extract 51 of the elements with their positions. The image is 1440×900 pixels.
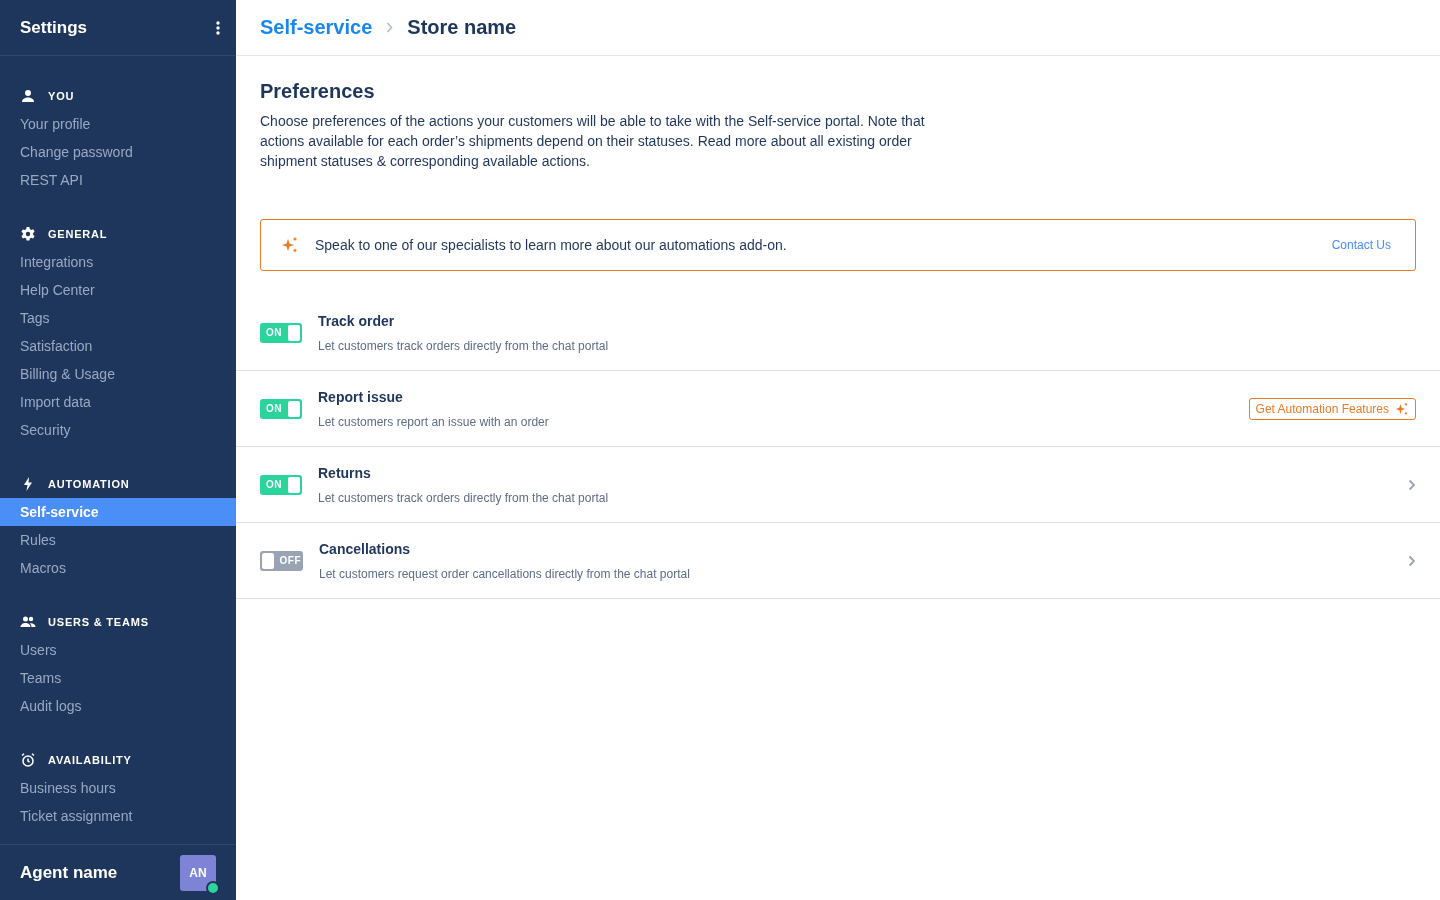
option-description: Let customers report an issue with an order [318,414,550,429]
chevron-right-icon[interactable] [1408,478,1416,491]
section-label: USERS & TEAMS [48,616,149,628]
option-title: Returns [318,464,372,481]
sidebar-item[interactable]: Your profile [0,110,236,138]
option-description: Let customers track orders directly from the chat portal [318,338,610,353]
automation-features-button[interactable]: Get Automation Features [1248,397,1416,420]
option-description: Let customers request order cancellations directly from the chat portal [319,566,691,581]
settings-icon [20,226,36,242]
section-label: AVAILABILITY [48,754,132,766]
breadcrumb-link[interactable]: Self-service [260,16,373,39]
option-description: Let customers track orders directly from the chat portal [318,490,610,505]
more-options-icon[interactable] [216,20,220,35]
sidebar-item[interactable]: Ticket assignment [0,802,236,830]
sidebar-title: Settings [20,17,88,38]
page-heading: Store name [407,16,517,39]
sidebar-item[interactable]: Billing & Usage [0,360,236,388]
option-title: Report issue [318,388,404,405]
sidebar-item[interactable]: Tags [0,304,236,332]
sparkle-icon [1395,401,1409,416]
avatar[interactable]: AN [180,854,216,891]
contact-link[interactable]: Contact Us [1331,238,1391,252]
option-title: Cancellations [319,540,412,557]
chevron-right-icon [386,22,394,33]
banner-text: Speak to one of our specialists to learn more about our automations add-on. [315,237,788,253]
sidebar-item[interactable]: REST API [0,166,236,194]
sparkle-icon [281,236,299,254]
sidebar-item[interactable]: Business hours [0,774,236,802]
person-icon [20,88,36,104]
option-title: Track order [318,312,396,329]
section-label: AUTOMATION [48,478,130,490]
sidebar-item[interactable]: Integrations [0,248,236,276]
sidebar-item[interactable]: Macros [0,554,236,582]
sidebar-item[interactable]: Rules [0,526,236,554]
alarm-clock-icon [20,752,36,768]
page-description: Choose preferences of the actions your customers will be able to take with the Self-service portal. Note that actions available for each order’s shipments depend on their statuses. Read more about all existing order shipment statuses & corresponding available actions. [260,112,926,171]
sidebar-item[interactable]: Satisfaction [0,332,236,360]
sidebar-item[interactable]: Security [0,416,236,444]
section-label: YOU [48,90,75,102]
agent-name: Agent name [20,862,118,883]
chevron-right-icon[interactable] [1408,554,1416,567]
sidebar-item[interactable]: Teams [0,664,236,692]
sidebar-item[interactable]: Help Center [0,276,236,304]
section-label: GENERAL [48,228,108,240]
sidebar-item[interactable]: Audit logs [0,692,236,720]
sidebar-item[interactable]: Users [0,636,236,664]
people-icon [20,614,36,630]
page-title: Preferences [260,80,376,103]
sidebar-item[interactable]: Self-service [0,498,236,526]
sidebar-item[interactable]: Import data [0,388,236,416]
sidebar-item[interactable]: Change password [0,138,236,166]
